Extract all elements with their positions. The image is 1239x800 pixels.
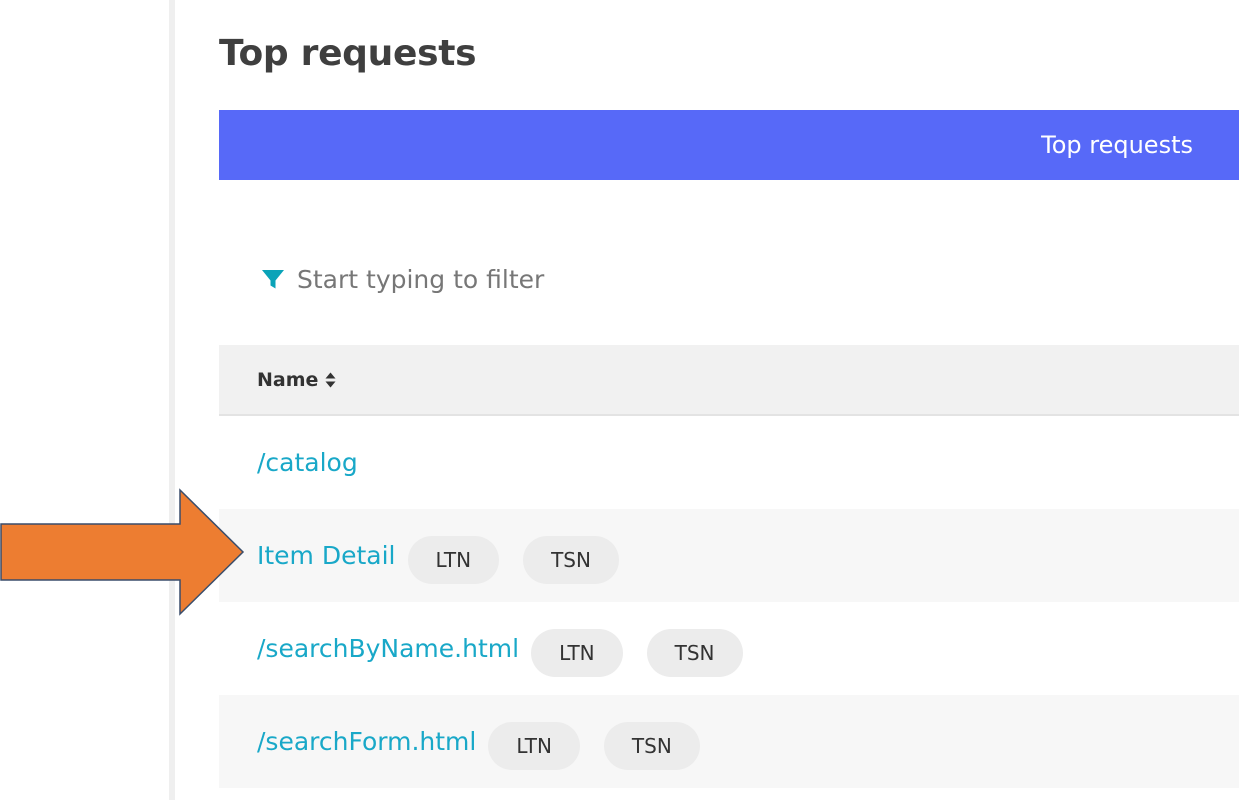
table-row: Item Detail LTN TSN	[219, 509, 1239, 602]
tag-ltn[interactable]: LTN	[531, 628, 623, 677]
filter-input[interactable]	[297, 264, 677, 294]
table-row: /searchByName.html LTN TSN	[219, 602, 1239, 695]
table-row: /searchForm.html LTN TSN	[219, 695, 1239, 788]
tab-bar: Top requests	[219, 110, 1239, 180]
tag-ltn[interactable]: LTN	[488, 721, 580, 770]
table-header: Name	[219, 345, 1239, 416]
page: Top requests Top requests Name /catalog …	[0, 0, 1239, 800]
request-link[interactable]: /searchByName.html	[257, 634, 519, 663]
page-title: Top requests	[219, 33, 477, 74]
request-link[interactable]: /catalog	[257, 448, 358, 477]
table-row: /catalog	[219, 416, 1239, 509]
requests-table: Name /catalog Item Detail LTN TSN /searc…	[219, 345, 1239, 788]
request-link[interactable]: /searchForm.html	[257, 727, 476, 756]
left-divider	[169, 0, 175, 800]
request-link[interactable]: Item Detail	[257, 541, 396, 570]
tag-tsn[interactable]: TSN	[646, 628, 743, 677]
filter-field[interactable]	[261, 258, 677, 300]
tag-tsn[interactable]: TSN	[523, 535, 619, 584]
filter-funnel-icon	[261, 267, 285, 291]
tag-ltn[interactable]: LTN	[407, 535, 500, 584]
tag-tsn[interactable]: TSN	[603, 721, 700, 770]
sort-updown-icon[interactable]	[325, 372, 336, 388]
annotation-arrow-icon	[0, 488, 245, 616]
column-header-name[interactable]: Name	[257, 369, 318, 391]
tab-top-requests[interactable]: Top requests	[1041, 110, 1193, 180]
